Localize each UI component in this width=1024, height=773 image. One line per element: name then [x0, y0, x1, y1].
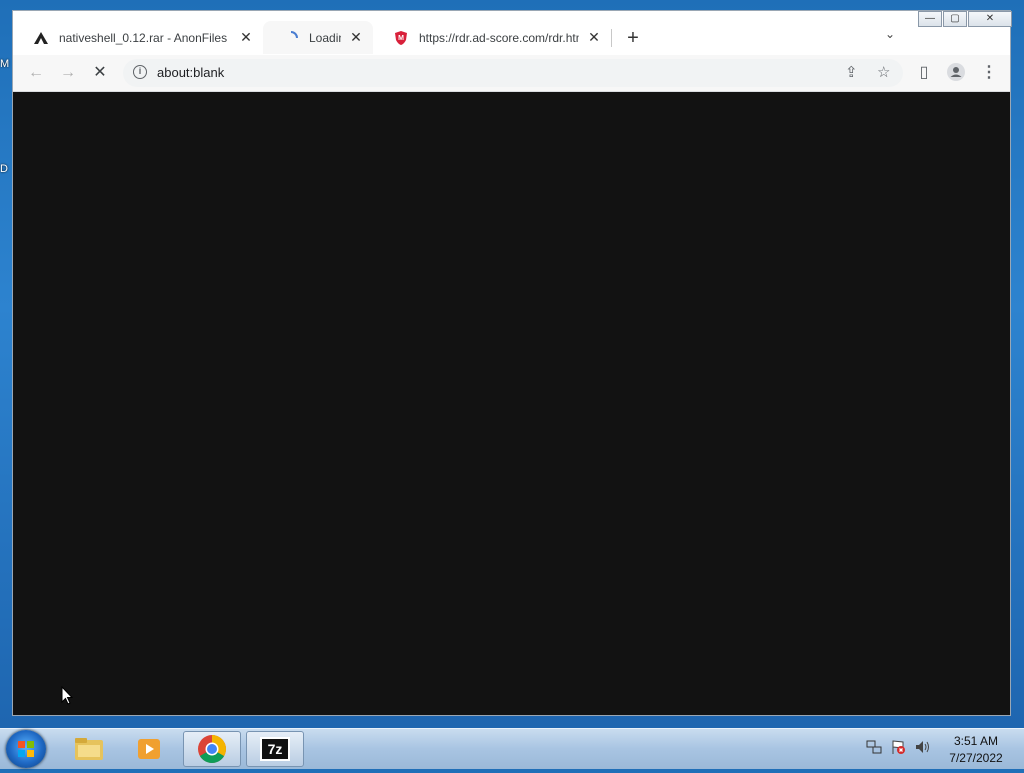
- tab-title: Loading...: [309, 30, 341, 45]
- taskbar: 7z 3:51 AM 7/27/2022: [0, 728, 1024, 769]
- minimize-button[interactable]: —: [918, 11, 942, 27]
- url-text[interactable]: about:blank: [157, 65, 224, 80]
- star-icon[interactable]: ☆: [877, 63, 890, 81]
- action-center-flag-icon[interactable]: [890, 739, 906, 758]
- browser-window: nativeshell_0.12.rar - AnonFiles ✕ Loadi…: [12, 10, 1012, 716]
- address-bar[interactable]: i about:blank ⇪ ☆: [123, 59, 903, 87]
- back-button[interactable]: ←: [25, 62, 47, 84]
- clock-date: 7/27/2022: [949, 751, 1003, 765]
- explorer-icon[interactable]: [60, 731, 118, 767]
- tab-separator: [611, 29, 612, 47]
- clock[interactable]: 3:51 AM 7/27/2022: [936, 733, 1016, 767]
- desktop-edge-label: M: [0, 58, 10, 70]
- 7zip-label: 7z: [260, 737, 290, 761]
- tab-loading[interactable]: Loading... ✕: [263, 21, 373, 54]
- clock-time: 3:51 AM: [953, 734, 999, 748]
- shield-icon: M: [393, 30, 409, 46]
- loading-icon: [283, 30, 299, 46]
- close-tab-icon[interactable]: ✕: [237, 29, 255, 46]
- menu-icon[interactable]: ⋮: [978, 62, 1000, 84]
- tab-strip: nativeshell_0.12.rar - AnonFiles ✕ Loadi…: [13, 11, 1012, 55]
- mouse-cursor-icon: [61, 685, 74, 711]
- svg-text:M: M: [398, 35, 404, 42]
- media-player-icon[interactable]: [120, 731, 178, 767]
- anonfiles-icon: [33, 30, 49, 46]
- volume-icon[interactable]: [914, 739, 932, 758]
- site-info-icon[interactable]: i: [133, 65, 147, 79]
- tab-search-button[interactable]: ⌄: [885, 27, 895, 41]
- side-panel-icon[interactable]: ▯: [913, 62, 935, 84]
- new-tab-button[interactable]: +: [620, 25, 646, 51]
- stop-loading-button[interactable]: ✕: [89, 62, 111, 84]
- profile-icon[interactable]: [945, 62, 967, 84]
- tab-title: nativeshell_0.12.rar - AnonFiles: [59, 30, 228, 45]
- close-tab-icon[interactable]: ✕: [347, 29, 365, 46]
- start-button[interactable]: [6, 730, 46, 768]
- close-tab-icon[interactable]: ✕: [585, 29, 603, 46]
- desktop-edge-label: D: [0, 163, 8, 175]
- chrome-icon[interactable]: [183, 731, 241, 767]
- tab-anonfiles[interactable]: nativeshell_0.12.rar - AnonFiles ✕: [13, 21, 263, 54]
- share-icon[interactable]: ⇪: [845, 63, 858, 81]
- maximize-button[interactable]: ▢: [943, 11, 967, 27]
- forward-button[interactable]: →: [57, 62, 79, 84]
- tab-ad-score[interactable]: M https://rdr.ad-score.com/rdr.html ✕: [373, 21, 611, 54]
- window-controls: — ▢ ✕: [917, 11, 1012, 27]
- close-window-button[interactable]: ✕: [968, 11, 1012, 27]
- 7zip-icon[interactable]: 7z: [246, 731, 304, 767]
- page-content: [13, 92, 1010, 715]
- browser-toolbar: ← → ✕ i about:blank ⇪ ☆ ▯ ⋮: [13, 55, 1010, 92]
- network-icon[interactable]: [866, 739, 882, 758]
- tab-title: https://rdr.ad-score.com/rdr.html: [419, 30, 579, 45]
